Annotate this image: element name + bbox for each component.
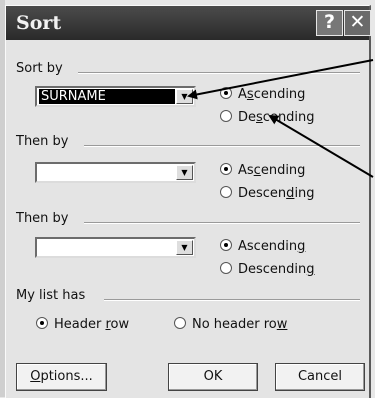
annotation-arrow-icon	[187, 59, 374, 178]
annotation-arrow-2-icon	[268, 114, 374, 178]
annotation-arrow-1-icon	[187, 59, 374, 100]
